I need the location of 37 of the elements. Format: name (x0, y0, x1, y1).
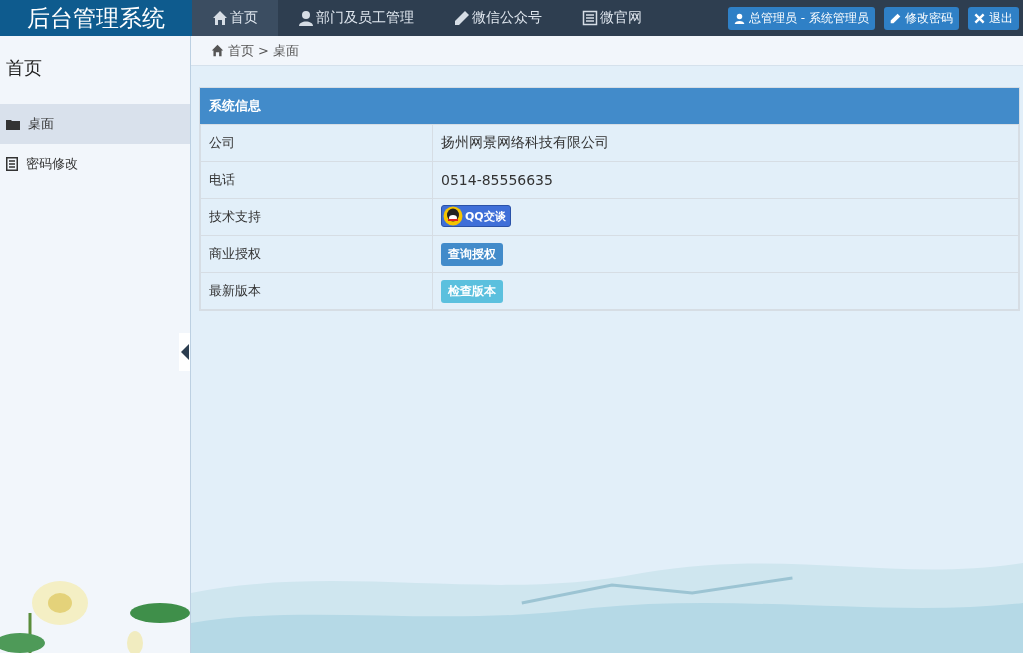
caret-icon (181, 344, 189, 360)
sidebar-item[interactable]: 桌面 (0, 104, 190, 144)
user-button[interactable]: 总管理员 - 系统管理员 (728, 6, 875, 30)
home-icon (211, 44, 224, 57)
table-cell: 技术支持 (200, 198, 433, 236)
pencil-icon (454, 10, 470, 26)
list-icon (6, 157, 18, 171)
table-cell: 最新版本 (200, 272, 433, 310)
folder-icon (6, 118, 20, 130)
close-icon (974, 12, 985, 24)
query-license-button[interactable]: 查询授权 (441, 242, 503, 266)
penguin-icon (443, 206, 463, 226)
table-cell: 公司 (200, 124, 433, 162)
logout-button[interactable]: 退出 (968, 6, 1019, 30)
table-cell: 0514-85556635 (432, 161, 1019, 199)
breadcrumb-separator: > (258, 43, 269, 58)
panel-header: 系统信息 (200, 88, 1019, 124)
list-icon (582, 10, 598, 26)
sidebar-item[interactable]: 密码修改 (0, 144, 190, 184)
nav-tab[interactable]: 微信公众号 (434, 0, 562, 36)
user-icon (734, 12, 746, 24)
sidebar-title: 首页 (5, 56, 43, 80)
user-icon (298, 10, 314, 26)
table-cell: 电话 (200, 161, 433, 199)
collapse-handle[interactable] (179, 333, 190, 371)
breadcrumb-link[interactable]: 桌面 (272, 41, 299, 60)
change-password-button[interactable]: 修改密码 (884, 6, 959, 30)
table-cell: 扬州网景网络科技有限公司 (432, 124, 1019, 162)
nav-tab[interactable]: 部门及员工管理 (278, 0, 434, 36)
breadcrumb-link[interactable]: 首页 (228, 41, 254, 60)
pencil-icon (890, 12, 901, 24)
nav-tab[interactable]: 首页 (192, 0, 278, 36)
app-title: 后台管理系统 (0, 0, 192, 36)
home-icon (212, 10, 228, 26)
nav-tab[interactable]: 微官网 (562, 0, 662, 36)
qq-chat-button[interactable]: QQ交谈 (441, 205, 511, 227)
table-cell: 商业授权 (200, 235, 433, 273)
